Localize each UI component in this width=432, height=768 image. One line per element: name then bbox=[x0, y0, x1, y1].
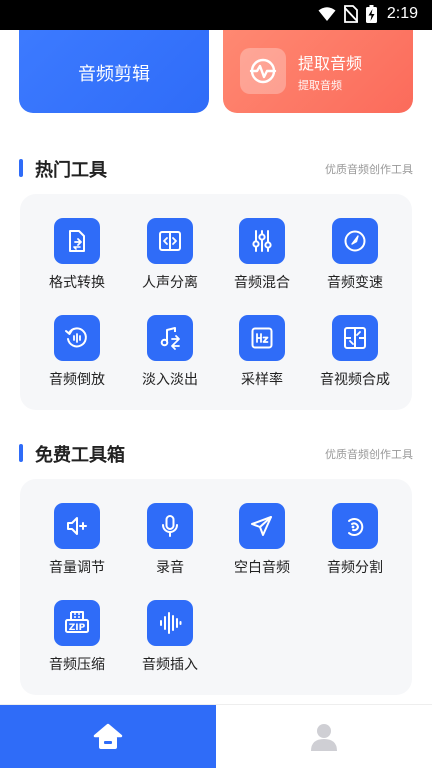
tool-label: 录音 bbox=[156, 560, 184, 576]
reverse-play-icon bbox=[54, 315, 100, 361]
tool-audio-compress[interactable]: ZIP 音频压缩 bbox=[37, 600, 117, 680]
tool-label: 音频倒放 bbox=[49, 372, 105, 388]
home-icon bbox=[93, 723, 123, 749]
tool-vocal-separate[interactable]: 人声分离 bbox=[130, 218, 210, 298]
battery-charging-icon bbox=[365, 5, 377, 23]
section-accent-bar bbox=[19, 159, 23, 177]
tool-audio-mix[interactable]: 音频混合 bbox=[222, 218, 302, 298]
waveform-icon bbox=[147, 600, 193, 646]
format-convert-icon bbox=[54, 218, 100, 264]
vocal-separate-icon bbox=[147, 218, 193, 264]
nav-home-tab[interactable] bbox=[0, 705, 216, 768]
tool-label: 人声分离 bbox=[142, 275, 198, 291]
tool-audio-reverse[interactable]: 音频倒放 bbox=[37, 315, 117, 395]
status-time: 2:19 bbox=[386, 5, 418, 22]
tool-label: 音频分割 bbox=[327, 560, 383, 576]
merge-icon bbox=[332, 315, 378, 361]
bottom-nav bbox=[0, 704, 432, 768]
extract-audio-title: 提取音频 bbox=[298, 54, 363, 73]
tool-label: 音频插入 bbox=[142, 657, 198, 673]
main-content: 音频剪辑 提取音频 提取音频 热门工具 优质音频创作工具 格式转换 人声分离 音… bbox=[0, 30, 432, 704]
tool-label: 音频混合 bbox=[234, 275, 290, 291]
hot-tools-header: 热门工具 优质音频创作工具 bbox=[19, 156, 413, 181]
tool-label: 采样率 bbox=[241, 372, 283, 388]
tool-label: 空白音频 bbox=[234, 560, 290, 576]
tool-label: 音量调节 bbox=[49, 560, 105, 576]
free-tools-panel: 音量调节 录音 空白音频 音频分割 ZIP 音频压缩 音频插入 bbox=[20, 479, 412, 695]
speed-gauge-icon bbox=[332, 218, 378, 264]
tool-label: 淡入淡出 bbox=[142, 372, 198, 388]
hot-tools-title: 热门工具 bbox=[35, 160, 107, 181]
audio-split-icon bbox=[332, 503, 378, 549]
tool-volume-adjust[interactable]: 音量调节 bbox=[37, 503, 117, 583]
audio-edit-label: 音频剪辑 bbox=[78, 64, 150, 85]
extract-audio-subtitle: 提取音频 bbox=[298, 79, 342, 92]
tool-blank-audio[interactable]: 空白音频 bbox=[222, 503, 302, 583]
tool-label: 音频压缩 bbox=[49, 657, 105, 673]
audio-edit-card[interactable]: 音频剪辑 bbox=[19, 30, 209, 113]
nav-profile-tab[interactable] bbox=[216, 705, 432, 768]
zip-icon: ZIP bbox=[54, 600, 100, 646]
free-tools-title: 免费工具箱 bbox=[35, 445, 125, 466]
volume-plus-icon bbox=[54, 503, 100, 549]
tool-sample-rate[interactable]: 采样率 bbox=[222, 315, 302, 395]
tool-record[interactable]: 录音 bbox=[130, 503, 210, 583]
tool-audio-split[interactable]: 音频分割 bbox=[315, 503, 395, 583]
extract-audio-icon bbox=[240, 48, 286, 94]
tool-label: 音频变速 bbox=[327, 275, 383, 291]
hot-tools-subtitle: 优质音频创作工具 bbox=[325, 163, 413, 176]
status-icons: 2:19 bbox=[318, 5, 418, 23]
free-tools-subtitle: 优质音频创作工具 bbox=[325, 448, 413, 461]
wifi-icon bbox=[318, 7, 336, 21]
tool-label: 音视频合成 bbox=[320, 372, 390, 388]
section-accent-bar bbox=[19, 444, 23, 462]
microphone-icon bbox=[147, 503, 193, 549]
tool-audio-speed[interactable]: 音频变速 bbox=[315, 218, 395, 298]
mixer-sliders-icon bbox=[239, 218, 285, 264]
no-sim-icon bbox=[343, 5, 358, 23]
tool-fade-in-out[interactable]: 淡入淡出 bbox=[130, 315, 210, 395]
svg-text:ZIP: ZIP bbox=[69, 623, 86, 633]
free-tools-header: 免费工具箱 优质音频创作工具 bbox=[19, 441, 413, 466]
extract-audio-card[interactable]: 提取音频 提取音频 bbox=[223, 30, 413, 113]
user-icon bbox=[311, 724, 337, 751]
hz-icon bbox=[239, 315, 285, 361]
tool-audio-insert[interactable]: 音频插入 bbox=[130, 600, 210, 680]
status-bar: 2:19 bbox=[0, 0, 432, 30]
tool-format-convert[interactable]: 格式转换 bbox=[37, 218, 117, 298]
hot-tools-panel: 格式转换 人声分离 音频混合 音频变速 音频倒放 淡入淡出 采样率 音视频合成 bbox=[20, 194, 412, 410]
paper-plane-icon bbox=[239, 503, 285, 549]
fade-note-icon bbox=[147, 315, 193, 361]
tool-av-merge[interactable]: 音视频合成 bbox=[315, 315, 395, 395]
tool-label: 格式转换 bbox=[49, 275, 105, 291]
